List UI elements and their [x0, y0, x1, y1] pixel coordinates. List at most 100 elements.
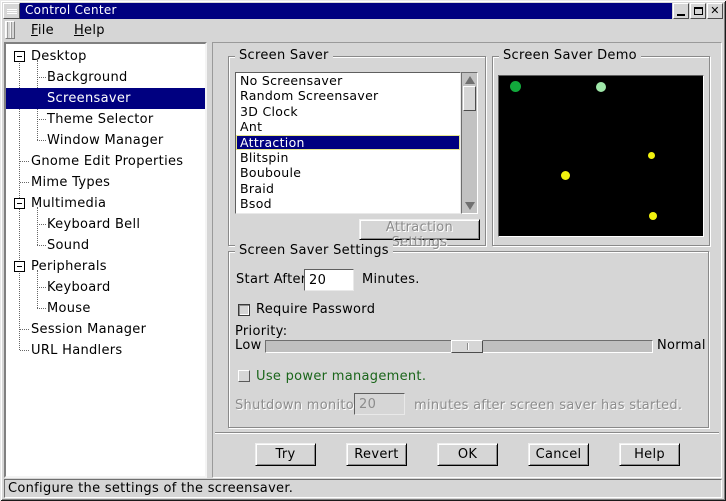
tree-branch-stub: [37, 287, 46, 288]
scroll-up-icon[interactable]: [465, 76, 475, 84]
tree-item-mouse[interactable]: Mouse: [6, 298, 205, 319]
tree-item-sound[interactable]: Sound: [6, 235, 205, 256]
screensaver-list[interactable]: No ScreensaverRandom Screensaver3D Clock…: [235, 72, 461, 214]
tree-item-label: Background: [47, 67, 128, 88]
tree-branch-stub: [37, 308, 46, 309]
statusbar: Configure the settings of the screensave…: [4, 479, 722, 498]
priority-label: Priority:: [235, 324, 287, 339]
demo-particle-1: [510, 81, 521, 92]
tree-item-gnome-edit-properties[interactable]: Gnome Edit Properties: [6, 151, 205, 172]
menu-file[interactable]: File: [21, 21, 64, 40]
tree-branch-stub: [37, 245, 46, 246]
menu-help[interactable]: Help: [64, 21, 115, 40]
tree-item-theme-selector[interactable]: Theme Selector: [6, 109, 205, 130]
window-menu-button[interactable]: [3, 3, 20, 19]
screensaver-list-scrollbar[interactable]: [461, 72, 478, 214]
demo-frame-title: Screen Saver Demo: [499, 48, 641, 64]
scroll-down-icon[interactable]: [465, 202, 475, 210]
tree-item-peripherals[interactable]: Peripherals: [6, 256, 205, 277]
tree-collapse-icon[interactable]: [14, 198, 25, 209]
screen-saver-demo-frame: Screen Saver Demo: [492, 56, 710, 246]
window-title: Control Center: [25, 3, 117, 17]
tree-item-label: Mime Types: [31, 172, 110, 193]
minimize-icon: [677, 14, 685, 16]
tree-item-keyboard-bell[interactable]: Keyboard Bell: [6, 214, 205, 235]
maximize-button[interactable]: [690, 3, 706, 19]
tree-branch-stub: [20, 350, 29, 351]
list-item-3d-clock[interactable]: 3D Clock: [236, 104, 460, 119]
menubar: File Help: [3, 19, 723, 41]
cancel-button[interactable]: Cancel: [528, 443, 589, 466]
tree-collapse-icon[interactable]: [14, 51, 25, 62]
shutdown-monitor-input[interactable]: [354, 393, 405, 415]
menu-help-label: Help: [74, 23, 105, 38]
tree-item-multimedia[interactable]: Multimedia: [6, 193, 205, 214]
priority-slider-handle[interactable]: [451, 340, 483, 353]
tree-collapse-icon[interactable]: [14, 261, 25, 272]
tree-branch-stub: [37, 140, 46, 141]
power-management-checkbox[interactable]: [238, 370, 250, 382]
tree-item-mime-types[interactable]: Mime Types: [6, 172, 205, 193]
require-password-checkbox[interactable]: [238, 304, 250, 316]
start-after-input[interactable]: [304, 269, 354, 291]
close-button[interactable]: ✕: [707, 3, 723, 19]
tree-branch-stub: [20, 182, 29, 183]
action-area-separator: [215, 432, 719, 434]
priority-low-label: Low: [235, 338, 262, 353]
titlebar: Control Center ✕: [3, 3, 723, 19]
tree-item-label: URL Handlers: [31, 340, 122, 361]
shutdown-monitor-suffix: minutes after screen saver has started.: [414, 398, 682, 413]
capplet-panel: Screen Saver No ScreensaverRandom Screen…: [212, 42, 722, 478]
tree-branch-stub: [37, 224, 46, 225]
revert-button[interactable]: Revert: [346, 443, 407, 466]
tree-item-window-manager[interactable]: Window Manager: [6, 130, 205, 151]
minimize-button[interactable]: [673, 3, 689, 19]
screen-saver-frame: Screen Saver No ScreensaverRandom Screen…: [228, 56, 486, 246]
menubar-grip-handle[interactable]: [5, 21, 15, 39]
tree-item-screensaver[interactable]: Screensaver: [6, 88, 205, 109]
status-text: Configure the settings of the screensave…: [8, 481, 293, 496]
list-item-ant[interactable]: Ant: [236, 119, 460, 134]
scrollbar-thumb[interactable]: [463, 86, 476, 111]
list-item-braid[interactable]: Braid: [236, 181, 460, 196]
list-item-random-screensaver[interactable]: Random Screensaver: [236, 88, 460, 103]
shutdown-monitor-label: Shutdown monitor: [235, 398, 360, 413]
list-item-no-screensaver[interactable]: No Screensaver: [236, 73, 460, 88]
tree-branch-stub: [20, 161, 29, 162]
screen-saver-frame-title: Screen Saver: [235, 48, 333, 64]
tree-branch-stub: [37, 77, 46, 78]
tree-item-label: Sound: [47, 235, 89, 256]
minutes-label: Minutes.: [362, 272, 420, 287]
tree-item-background[interactable]: Background: [6, 67, 205, 88]
ok-button[interactable]: OK: [437, 443, 498, 466]
list-item-blitspin[interactable]: Blitspin: [236, 150, 460, 165]
window-menu-icon: [7, 8, 17, 15]
priority-slider[interactable]: [265, 340, 653, 353]
list-item-attraction[interactable]: Attraction: [236, 135, 460, 150]
tree-item-label: Keyboard: [47, 277, 111, 298]
demo-particle-3: [648, 152, 655, 159]
tree-item-label: Gnome Edit Properties: [31, 151, 183, 172]
titlebar-drag-area[interactable]: Control Center: [20, 3, 672, 19]
tree-item-label: Screensaver: [47, 88, 131, 109]
tree-item-keyboard[interactable]: Keyboard: [6, 277, 205, 298]
screen-saver-settings-frame: Screen Saver Settings Start After Minute…: [228, 251, 709, 428]
control-center-window: Control Center ✕ File Help DesktopBackgro…: [0, 0, 726, 501]
category-tree-panel: DesktopBackgroundScreensaverTheme Select…: [4, 42, 207, 478]
tree-item-session-manager[interactable]: Session Manager: [6, 319, 205, 340]
list-item-bouboule[interactable]: Bouboule: [236, 165, 460, 180]
demo-particle-5: [649, 212, 657, 220]
settings-frame-title: Screen Saver Settings: [235, 243, 393, 259]
tree-item-desktop[interactable]: Desktop: [6, 46, 205, 67]
start-after-label: Start After: [236, 272, 306, 287]
maximize-icon: [694, 7, 703, 15]
list-item-bsod[interactable]: Bsod: [236, 196, 460, 211]
help-button[interactable]: Help: [619, 443, 680, 466]
tree-item-url-handlers[interactable]: URL Handlers: [6, 340, 205, 361]
try-button[interactable]: Try: [255, 443, 316, 466]
require-password-label: Require Password: [256, 302, 375, 317]
priority-normal-label: Normal: [657, 338, 706, 353]
close-icon: ✕: [710, 6, 720, 16]
attraction-settings-button[interactable]: Attraction Settings: [359, 219, 480, 240]
demo-particle-4: [561, 171, 570, 180]
